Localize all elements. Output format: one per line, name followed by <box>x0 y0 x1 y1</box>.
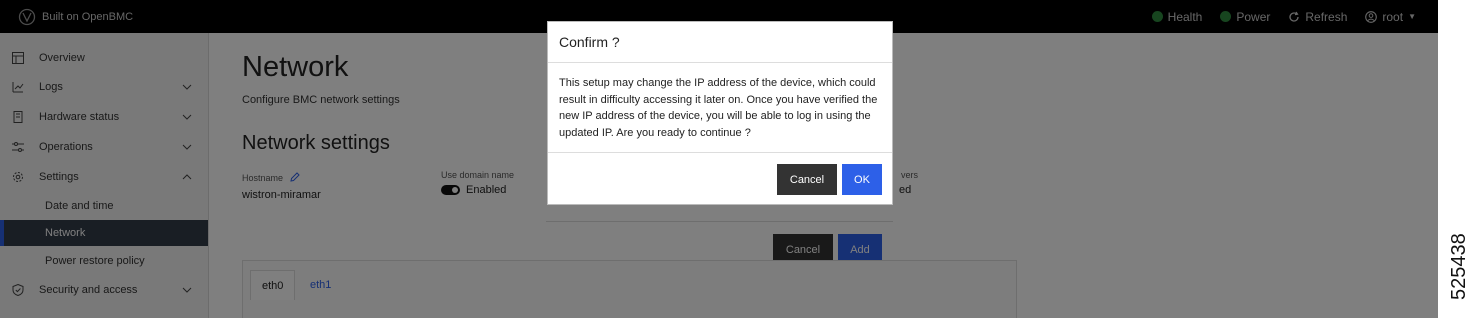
bmc-web-app: Built on OpenBMC Health Power Refresh ro… <box>0 0 1438 318</box>
dialog-footer: Cancel OK <box>548 152 892 205</box>
dialog-ok-button[interactable]: OK <box>842 164 882 195</box>
dialog-header: Confirm ? <box>548 22 892 63</box>
dialog-message: This setup may change the IP address of … <box>559 77 878 140</box>
dialog-cancel-button[interactable]: Cancel <box>777 164 837 195</box>
confirm-dialog: Confirm ? This setup may change the IP a… <box>547 21 893 205</box>
dialog-title: Confirm ? <box>559 34 620 50</box>
figure-id: 525438 <box>1448 233 1468 300</box>
